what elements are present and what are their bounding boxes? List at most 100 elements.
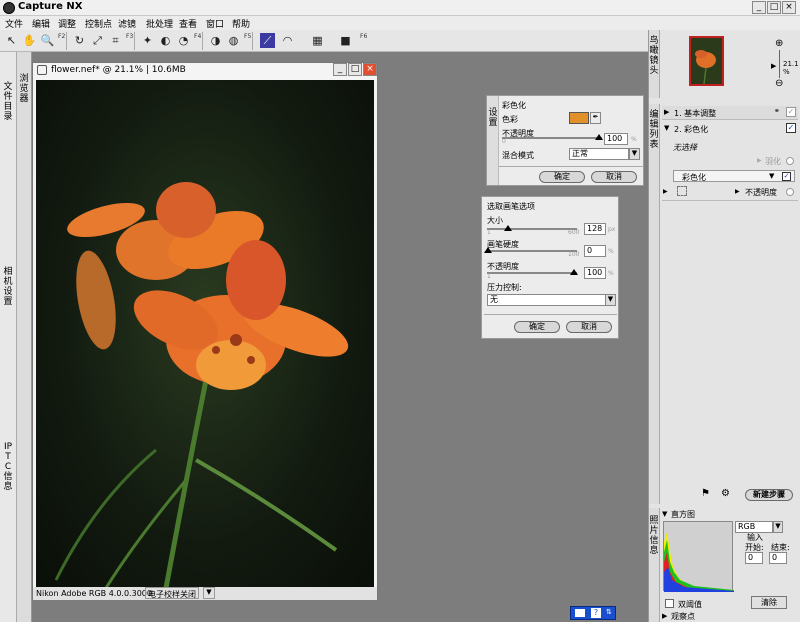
brush-opacity-thumb[interactable] [570,269,578,275]
start-input[interactable]: 0 [745,552,763,564]
zoom-out-icon[interactable]: ⊖ [775,78,783,89]
hand-tool-icon[interactable]: ✋ [22,33,37,48]
chevron-down-icon[interactable]: ▼ [773,521,783,533]
zoom-slider-thumb[interactable]: ▶ [771,62,776,70]
toolbar-separator [66,32,67,50]
chevron-down-icon[interactable]: ▼ [605,294,616,306]
opacity-input[interactable]: 100 [604,133,628,145]
maximize-button[interactable]: □ [767,1,781,14]
fill-tool-icon[interactable]: ■ [338,33,353,48]
photo-info-tab[interactable]: 照片信息 [649,508,660,622]
expand-arrow-icon[interactable]: ▶ [663,188,668,195]
image-maximize-button[interactable]: □ [348,63,362,76]
colorize-step-item[interactable]: 彩色化 ▼ ✓ [673,170,795,182]
brush-opacity-input[interactable]: 100 [584,267,606,279]
tab-iptc-info[interactable]: IPTC信息 [3,442,13,492]
proof-dropdown-icon[interactable]: ▼ [203,587,215,599]
edit-list-tab[interactable]: 编辑列表 [649,104,660,504]
chevron-down-icon[interactable]: ▼ [769,172,774,180]
keyboard-icon [575,609,585,617]
photo-canvas[interactable] [36,80,374,588]
edit-step-1[interactable]: ▶ 1. 基本调整 ⚭ ✓ [662,106,798,120]
colorize-cancel-button[interactable]: 取消 [591,171,637,183]
menu-help[interactable]: 帮助 [232,17,250,30]
gear-icon[interactable]: ⚙ [721,488,730,499]
brush-hardness-slider[interactable] [487,250,577,252]
close-button[interactable]: × [782,1,796,14]
divider [484,314,617,315]
lily-photo [54,182,349,588]
pressure-control-select[interactable]: 无 [487,294,606,306]
link-icon[interactable]: ⚭ [774,107,784,117]
gradient-tool-icon[interactable]: ▦ [310,33,325,48]
brush-hardness-input[interactable]: 0 [584,245,606,257]
color-swatch[interactable] [569,112,589,124]
color-control-point-icon[interactable]: ◑ [208,33,223,48]
white-point-icon[interactable]: ◔ [176,33,191,48]
birdseye-thumbnail[interactable] [689,36,724,86]
lasso-tool-icon[interactable]: ◠ [280,33,295,48]
collapse-arrow-icon[interactable]: ▼ [662,510,667,518]
menu-control-points[interactable]: 控制点 [85,17,112,30]
menu-window[interactable]: 窗口 [206,17,224,30]
opacity-slider-thumb[interactable] [595,134,603,140]
image-window[interactable]: flower.nef* @ 21.1% | 10.6MB _ □ × Nikon… [32,62,378,600]
expand-arrow-icon[interactable]: ▶ [664,108,669,116]
chevron-down-icon[interactable]: ▼ [629,148,640,160]
tray-widget[interactable]: ? ⇅ [570,606,616,620]
select-tool-icon[interactable]: ↖ [4,33,19,48]
neutral-point-icon[interactable]: ◐ [158,33,173,48]
zoom-tool-icon[interactable]: 🔍 [40,33,55,48]
zoom-slider[interactable] [779,50,780,78]
red-eye-icon[interactable]: ◍ [226,33,241,48]
crop-tool-icon[interactable]: ⌗ [108,33,123,48]
collapse-arrow-icon[interactable]: ▼ [664,124,669,132]
step-1-checkbox[interactable]: ✓ [786,107,796,117]
brush-hardness-max: 100 [568,251,580,258]
end-input[interactable]: 0 [769,552,787,564]
brush-cancel-button[interactable]: 取消 [566,321,612,333]
colorize-dialog: 设置 彩色化 色彩 ✒ 不透明度 0 100 % 混合模式 正常 ▼ 确定 取消 [486,95,644,186]
colorize-item-checkbox[interactable]: ✓ [782,172,791,181]
soft-proof-status[interactable]: 电子校样关闭 [145,587,199,599]
flag-icon[interactable]: ⚑ [701,488,710,499]
edit-step-2[interactable]: ▼ 2. 彩色化 ✓ [662,122,798,136]
rotate-tool-icon[interactable]: ↻ [72,33,87,48]
tab-file-directory[interactable]: 文件目录 [3,82,13,122]
opacity-radio[interactable] [786,188,794,196]
brush-opacity-slider[interactable] [487,272,577,274]
chevron-updown-icon: ⇅ [606,608,612,616]
eyedropper-icon[interactable]: ✒ [590,112,601,124]
brush-size-unit: px [608,226,616,233]
expand-arrow-icon[interactable]: ▶ [662,612,667,620]
menu-view[interactable]: 查看 [179,17,197,30]
menu-file[interactable]: 文件 [5,17,23,30]
menu-adjust[interactable]: 调整 [58,17,76,30]
brush-ok-button[interactable]: 确定 [514,321,560,333]
clear-button[interactable]: 清除 [751,596,787,609]
feather-radio[interactable] [786,157,794,165]
opacity-slider[interactable] [502,137,602,139]
minimize-button[interactable]: _ [752,1,766,14]
zoom-in-icon[interactable]: ⊕ [775,38,783,49]
brush-size-thumb[interactable] [504,225,512,231]
brush-size-slider[interactable] [487,228,577,230]
image-close-button[interactable]: × [363,63,377,76]
new-step-button[interactable]: 新建步骤 [745,489,793,501]
menu-batch[interactable]: 批处理 [146,17,173,30]
tab-browser[interactable]: 浏览器 [19,74,29,104]
straighten-tool-icon[interactable]: ⤢ [90,33,105,48]
colorize-ok-button[interactable]: 确定 [539,171,585,183]
black-point-icon[interactable]: ✦ [140,33,155,48]
image-minimize-button[interactable]: _ [333,63,347,76]
dual-threshold-checkbox[interactable] [665,599,674,608]
blend-mode-select[interactable]: 正常 [569,148,629,160]
brush-hardness-thumb[interactable] [484,247,492,253]
brush-size-input[interactable]: 128 [584,223,606,235]
menu-edit[interactable]: 编辑 [32,17,50,30]
birdseye-tab[interactable]: 鸟瞰镜头 [649,30,660,98]
brush-tool-icon[interactable]: ⟋ [260,33,275,48]
tab-camera-settings[interactable]: 相机设置 [3,267,13,307]
step-2-checkbox[interactable]: ✓ [786,123,796,133]
menu-filter[interactable]: 滤镜 [118,17,136,30]
